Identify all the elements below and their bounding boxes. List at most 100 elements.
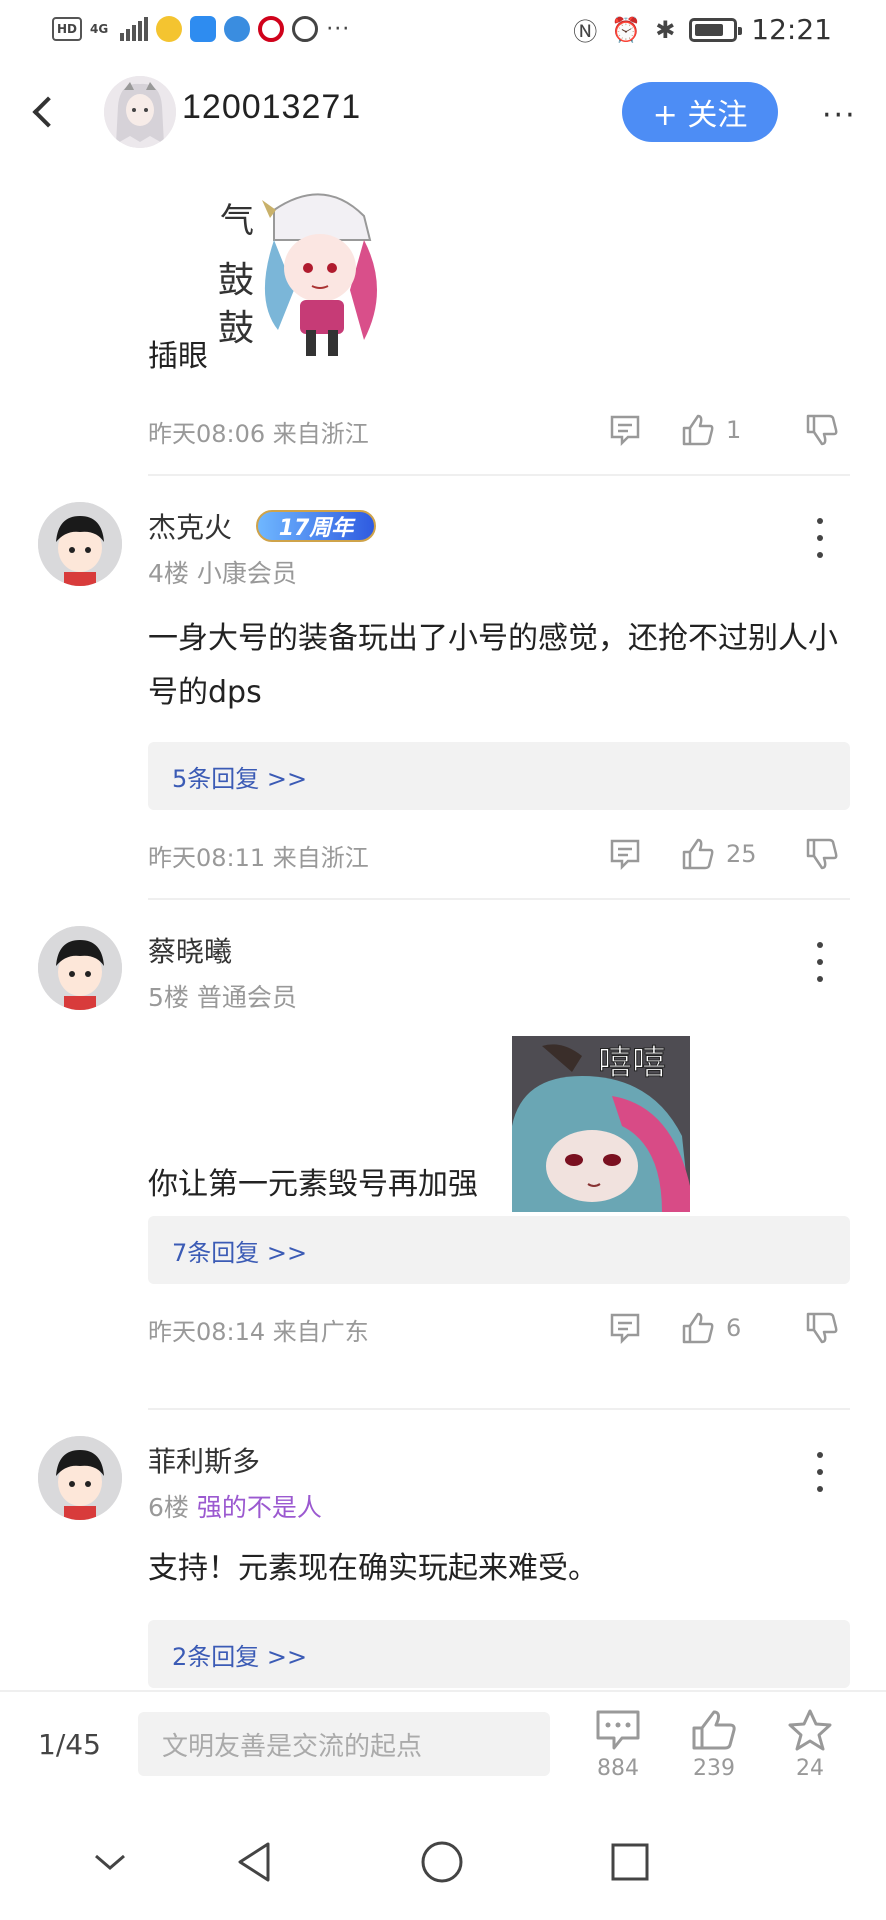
header: 120013271 + 关注 ··· [0,62,886,162]
back-triangle-icon[interactable] [224,1832,284,1892]
bluetooth-icon: ✱ [655,15,676,44]
cmb-icon [258,16,285,42]
alarm-icon: ⏰ [611,15,642,44]
favorite-button[interactable]: 24 [770,1708,850,1798]
floor-number: 5楼 [148,983,189,1012]
more-options-icon[interactable] [808,942,832,982]
more-icon: ··· [326,16,351,42]
like-button[interactable]: 1 [680,410,741,450]
view-replies-button[interactable]: 7条回复 >> [148,1216,850,1284]
post-time: 昨天08:06 来自浙江 [148,420,369,448]
svg-text:鼓: 鼓 [218,260,254,301]
divider [148,474,850,476]
member-level: 小康会员 [196,559,297,588]
comment-text: 一身大号的装备玩出了小号的感觉，还抢不过别人小号的dps [148,621,838,710]
comment-meta: 5楼 普通会员 [148,978,297,1014]
thumbs-up-icon [682,1312,714,1344]
post-footer: 昨天08:06 来自浙江 1 [148,410,850,450]
list-item: 菲利斯多 6楼 强的不是人 支持！元素现在确实玩起来难受。 2条回复 >> [0,1436,886,1690]
dislike-button[interactable] [804,410,840,450]
comment-text: 支持！元素现在确实玩起来难受。 [148,1551,598,1586]
view-replies-button[interactable]: 5条回复 >> [148,742,850,810]
view-replies-button[interactable]: 2条回复 >> [148,1620,850,1688]
hd-icon: HD [52,17,82,41]
avatar[interactable] [38,502,122,586]
network-type: 4G [90,22,109,36]
divider [148,1408,850,1410]
favorites-count: 24 [796,1756,824,1781]
battery-icon [689,17,743,42]
comment-input[interactable]: 文明友善是交流的起点 [138,1712,550,1776]
status-bar: HD 4G ··· Ⓝ ⏰ ✱ 12:21 [0,0,886,62]
comment-text: 你让第一元素毁号再加强 [148,1167,478,1202]
sticker-caption: 嘻嘻 [598,1043,666,1083]
comment-feed[interactable]: 气 鼓 鼓 插眼 昨天08:06 来自浙江 1 杰克火 17周年 4楼 小康会员… [0,162,886,1690]
comment-meta: 4楼 小康会员 [148,554,297,590]
floor-number: 6楼 [148,1493,189,1522]
weibo-icon [156,16,183,42]
like-count: 1 [726,416,742,444]
floor-number: 4楼 [148,559,189,588]
browser-icon [224,16,251,42]
app-icon [190,16,217,42]
comment-footer: 昨天08:14 来自广东 6 [148,1308,850,1348]
member-level: 普通会员 [196,983,297,1012]
star-icon [788,1709,832,1751]
nfc-icon: Ⓝ [573,18,598,46]
post-text: 插眼 [148,339,208,374]
reply-icon[interactable] [608,410,642,450]
username[interactable]: 蔡晓曦 [148,930,232,970]
like-count: 25 [726,840,757,868]
sticker-image: 嘻嘻 [512,1036,690,1212]
comment-time: 昨天08:11 来自浙江 [148,844,369,872]
system-nav-bar [0,1806,886,1920]
more-options-icon[interactable] [808,1452,832,1492]
comment-meta: 6楼 强的不是人 [148,1488,322,1524]
divider [148,898,850,900]
reply-icon[interactable] [608,834,642,874]
avatar[interactable] [38,1436,122,1520]
list-item: 气 鼓 鼓 插眼 昨天08:06 来自浙江 1 [0,162,886,482]
reply-icon[interactable] [608,1308,642,1348]
thumbs-up-icon [692,1710,736,1750]
signal-icon [120,17,149,41]
dislike-button[interactable] [804,834,840,874]
comment-footer: 昨天08:11 来自浙江 25 [148,834,850,874]
username[interactable]: 菲利斯多 [148,1440,260,1480]
thumbs-down-icon [806,1312,838,1344]
like-count: 6 [726,1314,742,1342]
avatar[interactable] [104,76,176,148]
thumbs-up-icon [682,414,714,446]
dislike-button[interactable] [804,1308,840,1348]
thumbs-down-icon [806,838,838,870]
more-options-icon[interactable] [808,518,832,558]
thumbs-up-icon [682,838,714,870]
list-item: 杰克火 17周年 4楼 小康会员 一身大号的装备玩出了小号的感觉，还抢不过别人小… [0,502,886,922]
more-menu-icon[interactable]: ··· [822,98,857,133]
page-title: 120013271 [182,88,362,126]
like-post-button[interactable]: 239 [674,1708,754,1798]
comments-count: 884 [597,1756,639,1781]
thumbs-down-icon [806,414,838,446]
comment-time: 昨天08:14 来自广东 [148,1318,369,1346]
avatar[interactable] [38,926,122,1010]
back-icon[interactable] [24,88,64,136]
likes-count: 239 [693,1756,735,1781]
chevron-down-icon[interactable] [80,1832,140,1892]
page-indicator[interactable]: 1/45 [38,1728,101,1761]
like-button[interactable]: 25 [680,834,757,874]
username[interactable]: 杰克火 [148,506,232,546]
comments-button[interactable]: 884 [578,1708,658,1798]
anniversary-badge: 17周年 [256,510,376,542]
home-circle-icon[interactable] [412,1832,472,1892]
comment-icon [596,1710,640,1750]
like-button[interactable]: 6 [680,1308,741,1348]
member-level: 强的不是人 [196,1493,322,1522]
svg-text:气: 气 [220,201,254,241]
recents-square-icon[interactable] [600,1832,660,1892]
follow-button[interactable]: + 关注 [622,82,778,142]
hand-icon [292,16,319,42]
bottom-action-bar: 1/45 文明友善是交流的起点 884 239 24 [0,1690,886,1806]
status-time: 12:21 [751,13,832,46]
list-item: 蔡晓曦 5楼 普通会员 你让第一元素毁号再加强 嘻嘻 7条回复 >> 昨天08:… [0,926,886,1426]
